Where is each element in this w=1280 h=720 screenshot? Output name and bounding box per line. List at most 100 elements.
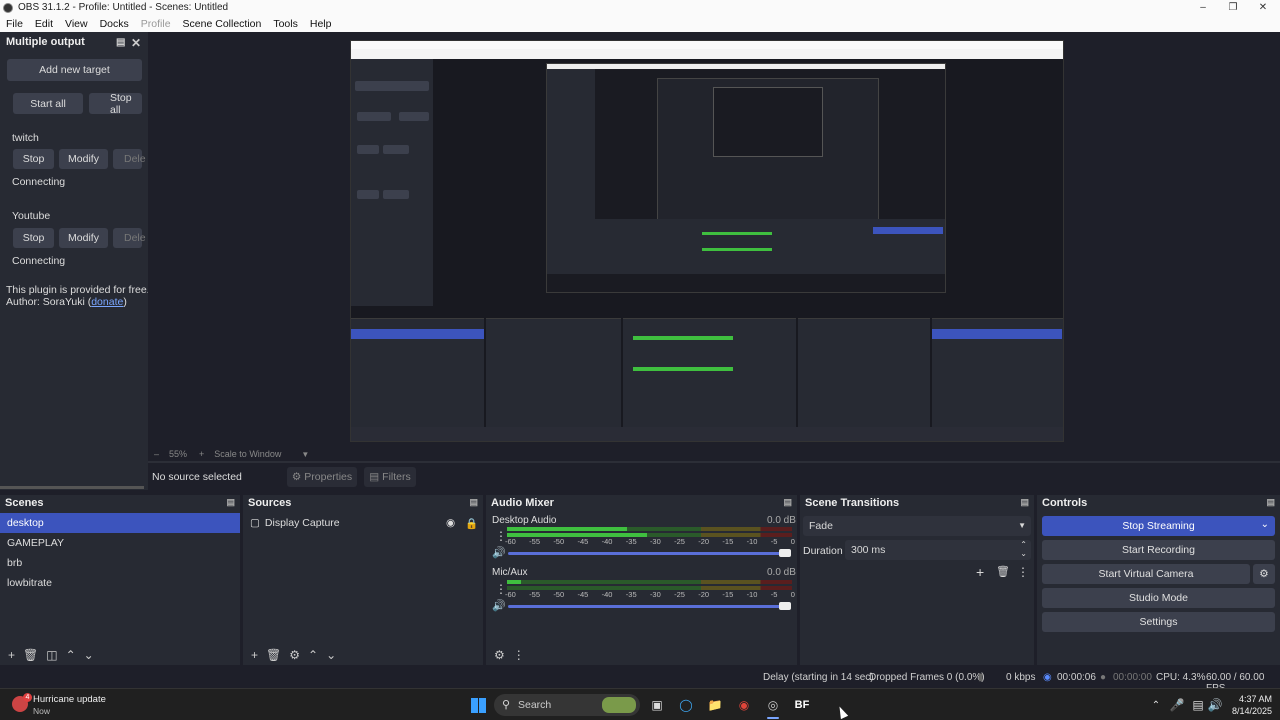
desktop-audio-volume-handle[interactable]	[779, 549, 791, 557]
move-up-icon[interactable]: ⌃	[66, 648, 76, 662]
gear-icon: ⚙	[291, 471, 302, 483]
mic-aux-volume-slider[interactable]	[508, 605, 786, 608]
show-hidden-icons-chevron[interactable]: ⌃	[1147, 696, 1165, 714]
add-icon[interactable]: +	[8, 648, 15, 662]
scenes-float-icon[interactable]: ▤	[226, 497, 235, 508]
twitch-modify-button[interactable]: Modify	[59, 149, 108, 169]
move-down-icon[interactable]: ⌄	[84, 648, 94, 662]
chrome-icon[interactable]: ◉	[735, 696, 753, 714]
trash-icon[interactable]: 🗑	[266, 648, 281, 662]
meter-tick-label: -5	[770, 537, 778, 546]
meter-tick-label: -25	[674, 590, 685, 599]
clock-time[interactable]: 4:37 AM	[1228, 694, 1272, 704]
plugin-info-line1: This plugin is provided for free.	[6, 284, 150, 296]
menu-help[interactable]: Help	[304, 18, 338, 30]
audio-mixer-float-icon[interactable]: ▤	[783, 497, 792, 508]
desktop-audio-volume-slider[interactable]	[508, 552, 786, 555]
youtube-stop-button[interactable]: Stop	[13, 228, 54, 248]
spin-down-icon[interactable]: ⌄	[1020, 549, 1027, 558]
youtube-delete-button[interactable]: Dele	[113, 228, 146, 248]
trash-icon[interactable]: 🗑	[23, 648, 38, 662]
visibility-eye-icon[interactable]: ◉	[446, 517, 455, 529]
filter-icon[interactable]: ◫	[46, 648, 57, 662]
obs-taskbar-icon[interactable]: ◎	[764, 696, 782, 714]
stop-all-button[interactable]: Stop all	[89, 92, 142, 116]
chevron-down-icon[interactable]: ⌄	[1261, 519, 1269, 530]
app-bf-icon[interactable]: BF	[793, 696, 811, 714]
gear-icon[interactable]: ⚙	[289, 648, 300, 662]
taskbar-search-box[interactable]: ⚲ Search	[494, 694, 640, 716]
start-all-button[interactable]: Start all	[13, 93, 83, 114]
spin-up-icon[interactable]: ⌃	[1020, 540, 1027, 549]
youtube-modify-button[interactable]: Modify	[59, 228, 108, 248]
trash-icon[interactable]: 🗑	[996, 565, 1010, 578]
signal-icon: ▮	[978, 672, 984, 683]
edge-browser-icon[interactable]: ◯	[677, 696, 695, 714]
stop-streaming-button[interactable]: Stop Streaming ⌄	[1042, 516, 1275, 536]
menu-tools[interactable]: Tools	[267, 18, 304, 30]
menu-scene-collection[interactable]: Scene Collection	[177, 18, 268, 30]
start-virtual-camera-button[interactable]: Start Virtual Camera	[1042, 564, 1250, 584]
add-icon[interactable]: +	[251, 648, 258, 662]
controls-float-icon[interactable]: ▤	[1266, 497, 1275, 508]
settings-button[interactable]: Settings	[1042, 612, 1275, 632]
windows-start-icon[interactable]	[469, 696, 487, 714]
window-titlebar: OBS 31.1.2 - Profile: Untitled - Scenes:…	[0, 0, 1280, 15]
task-view-icon[interactable]: ▣	[648, 696, 666, 714]
twitch-delete-button[interactable]: Dele	[113, 149, 146, 169]
transitions-float-icon[interactable]: ▤	[1020, 497, 1029, 508]
network-icon[interactable]: ▤	[1189, 696, 1207, 714]
menu-docks[interactable]: Docks	[94, 18, 135, 30]
speaker-icon[interactable]: 🔊	[492, 546, 506, 559]
move-down-icon[interactable]: ⌄	[326, 648, 336, 662]
donate-link[interactable]: donate	[91, 296, 123, 308]
menu-profile[interactable]: Profile	[135, 18, 177, 30]
duration-spinbox[interactable]: 300 ms ⌃ ⌄	[845, 540, 1031, 560]
file-explorer-icon[interactable]: 📁	[706, 696, 724, 714]
transition-select[interactable]: Fade ▼	[803, 516, 1031, 536]
source-item[interactable]: ▢ Display Capture ◉ 🔒	[243, 513, 483, 533]
more-options-icon[interactable]: ⋮	[1017, 565, 1029, 579]
mic-aux-volume-handle[interactable]	[779, 602, 791, 610]
float-dock-icon[interactable]: ▤	[116, 37, 125, 48]
widget-title[interactable]: Hurricane update	[33, 694, 106, 705]
speaker-icon[interactable]: 🔊	[492, 599, 506, 612]
stream-time: 00:00:06	[1057, 672, 1096, 683]
bitrate-status: 0 kbps	[1006, 672, 1036, 683]
widget-subtitle: Now	[33, 706, 51, 716]
scene-item[interactable]: lowbitrate	[0, 573, 240, 593]
menu-file[interactable]: File	[0, 18, 29, 30]
add-transition-icon[interactable]: +	[976, 564, 984, 580]
zoom-out-icon[interactable]: –	[154, 449, 159, 459]
scale-mode-dropdown-icon[interactable]: ▼	[301, 450, 309, 459]
properties-button[interactable]: ⚙ Properties	[287, 467, 357, 487]
microphone-icon[interactable]: 🎤	[1168, 696, 1186, 714]
start-recording-button[interactable]: Start Recording	[1042, 540, 1275, 560]
scene-item[interactable]: brb	[0, 553, 240, 573]
clock-date[interactable]: 8/14/2025	[1222, 706, 1272, 716]
filters-button[interactable]: ▤ Filters	[364, 467, 416, 487]
close-dock-icon[interactable]: ✕	[131, 36, 141, 50]
advanced-audio-icon[interactable]: ⚙	[494, 648, 505, 662]
menu-view[interactable]: View	[59, 18, 94, 30]
virtual-camera-settings-button[interactable]: ⚙	[1253, 564, 1275, 584]
scene-item[interactable]: GAMEPLAY	[0, 533, 240, 553]
more-options-icon[interactable]: ⋮	[513, 648, 525, 662]
twitch-stop-button[interactable]: Stop	[13, 149, 54, 169]
add-new-target-button[interactable]: Add new target	[7, 59, 142, 81]
program-preview[interactable]	[350, 40, 1064, 442]
menu-edit[interactable]: Edit	[29, 18, 59, 30]
close-window-button[interactable]: ✕	[1248, 0, 1278, 15]
maximize-button[interactable]: ❐	[1218, 0, 1248, 15]
zoom-in-icon[interactable]: +	[199, 449, 204, 459]
minimize-button[interactable]: –	[1188, 0, 1218, 15]
scale-mode-select[interactable]: Scale to Window	[214, 449, 281, 459]
move-up-icon[interactable]: ⌃	[308, 648, 318, 662]
studio-mode-button[interactable]: Studio Mode	[1042, 588, 1275, 608]
sources-float-icon[interactable]: ▤	[469, 497, 478, 508]
audio-mixer-toolbar: ⚙ ⋮	[486, 645, 797, 665]
scene-item[interactable]: desktop	[0, 513, 240, 533]
lock-icon[interactable]: 🔒	[465, 517, 478, 530]
desktop-audio-scale: -60 -55 -50 -45 -40 -35 -30 -25 -20 -15 -10 -5 0	[505, 537, 795, 546]
dock-scrollbar[interactable]	[0, 486, 144, 489]
